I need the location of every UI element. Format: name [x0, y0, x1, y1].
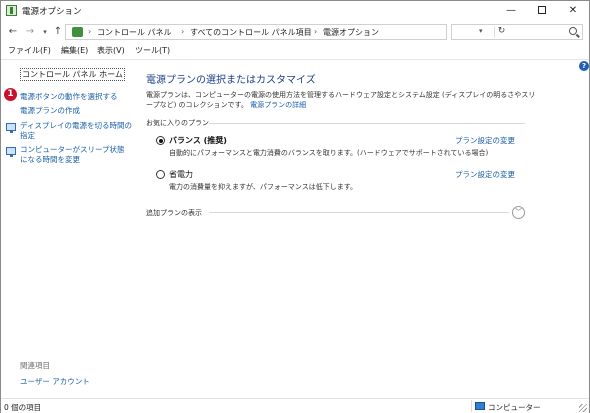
title-bar: 電源オプション — ✕ — [1, 1, 589, 21]
related-heading: 関連項目 — [20, 361, 50, 370]
breadcrumb-all-items[interactable]: すべてのコントロール パネル項目 — [190, 27, 312, 38]
menu-tools[interactable]: ツール(T) — [135, 45, 170, 56]
display-shield-icon — [6, 123, 16, 133]
annotation-badge: 1 — [4, 88, 17, 101]
breadcrumb-separator[interactable]: › — [181, 27, 184, 36]
plan-power-saver-radio[interactable] — [156, 170, 165, 179]
close-button[interactable]: ✕ — [559, 1, 587, 21]
menu-file[interactable]: ファイル(F) — [8, 45, 51, 56]
control-panel-window: 電源オプション — ✕ ← → ▾ ↑ › コントロール パネル › すべてのコ… — [0, 0, 590, 413]
control-panel-icon — [72, 27, 83, 37]
favorites-group-label: お気に入りのプラン — [146, 119, 209, 127]
breadcrumb-power-options[interactable]: 電源オプション — [323, 27, 379, 38]
search-input[interactable] — [451, 24, 583, 40]
plan-power-saver-change-link[interactable]: プラン設定の変更 — [455, 169, 515, 180]
sidebar-item-display-off-time[interactable]: ディスプレイの電源を切る時間の指定 — [20, 121, 132, 141]
back-arrow-icon[interactable]: ← — [7, 25, 19, 39]
window-title: 電源オプション — [22, 7, 82, 17]
control-panel-home-link[interactable]: コントロール パネル ホーム — [20, 68, 125, 81]
address-bar[interactable]: › コントロール パネル › すべてのコントロール パネル項目 › 電源オプショ… — [65, 24, 505, 40]
menu-view[interactable]: 表示(V) — [97, 45, 125, 56]
status-separator — [471, 400, 472, 412]
plan-balanced-change-link[interactable]: プラン設定の変更 — [455, 135, 515, 146]
more-plans-divider — [209, 212, 509, 213]
minimize-button[interactable]: — — [497, 1, 525, 21]
sidebar-item-sleep-time[interactable]: コンピューターがスリープ状態になる時間を変更 — [20, 145, 128, 165]
computer-icon — [475, 402, 485, 410]
sleep-shield-icon — [6, 147, 16, 157]
status-location: コンピューター — [488, 403, 541, 412]
search-icon — [569, 27, 577, 35]
navigation-bar: ← → ▾ ↑ › コントロール パネル › すべてのコントロール パネル項目 … — [1, 22, 589, 42]
page-title: 電源プランの選択またはカスタマイズ — [146, 75, 316, 86]
sidebar-item-power-button-action[interactable]: 電源ボタンの動作を選択する — [20, 92, 118, 102]
power-plan-details-link[interactable]: 電源プランの詳細 — [250, 101, 306, 109]
breadcrumb-control-panel[interactable]: コントロール パネル — [97, 27, 172, 38]
maximize-button[interactable] — [528, 1, 556, 21]
plan-balanced-name[interactable]: バランス (推奨) — [169, 135, 227, 146]
up-arrow-icon[interactable]: ↑ — [52, 25, 64, 39]
item-count: 0 個の項目 — [4, 403, 42, 412]
plan-power-saver-name[interactable]: 省電力 — [169, 169, 193, 180]
menu-edit[interactable]: 編集(E) — [61, 45, 88, 56]
status-bar: 0 個の項目 コンピューター — [1, 398, 589, 413]
description-text: 電源プランは、コンピューターの電源の使用方法を管理するハードウェア設定とシステム… — [146, 91, 536, 109]
breadcrumb-separator[interactable]: › — [88, 27, 91, 36]
maximize-icon — [538, 6, 546, 14]
plan-power-saver-description: 電力の消費量を抑えますが、パフォーマンスは低下します。 — [169, 183, 358, 191]
resize-grip-icon[interactable] — [579, 404, 587, 412]
forward-arrow-icon[interactable]: → — [24, 25, 36, 39]
plan-balanced-description: 自動的にパフォーマンスと電力消費のバランスを取ります。(ハードウェアでサポートさ… — [169, 149, 489, 157]
plan-balanced-radio[interactable] — [156, 136, 165, 145]
show-additional-plans-label[interactable]: 追加プランの表示 — [146, 208, 202, 218]
page-description: 電源プランは、コンピューターの電源の使用方法を管理するハードウェア設定とシステム… — [146, 90, 536, 110]
menu-divider — [1, 59, 589, 60]
group-divider — [209, 123, 525, 124]
help-icon[interactable]: ? — [579, 61, 589, 71]
sidebar-item-create-power-plan[interactable]: 電源プランの作成 — [20, 106, 80, 116]
menu-bar: ファイル(F) 編集(E) 表示(V) ツール(T) — [1, 43, 589, 58]
recent-locations-chevron-icon[interactable]: ▾ — [39, 25, 51, 39]
breadcrumb-separator[interactable]: › — [314, 27, 317, 36]
expand-chevron-icon[interactable]: ﹀ — [512, 206, 525, 219]
power-options-app-icon — [6, 5, 17, 16]
user-accounts-link[interactable]: ユーザー アカウント — [20, 376, 90, 387]
